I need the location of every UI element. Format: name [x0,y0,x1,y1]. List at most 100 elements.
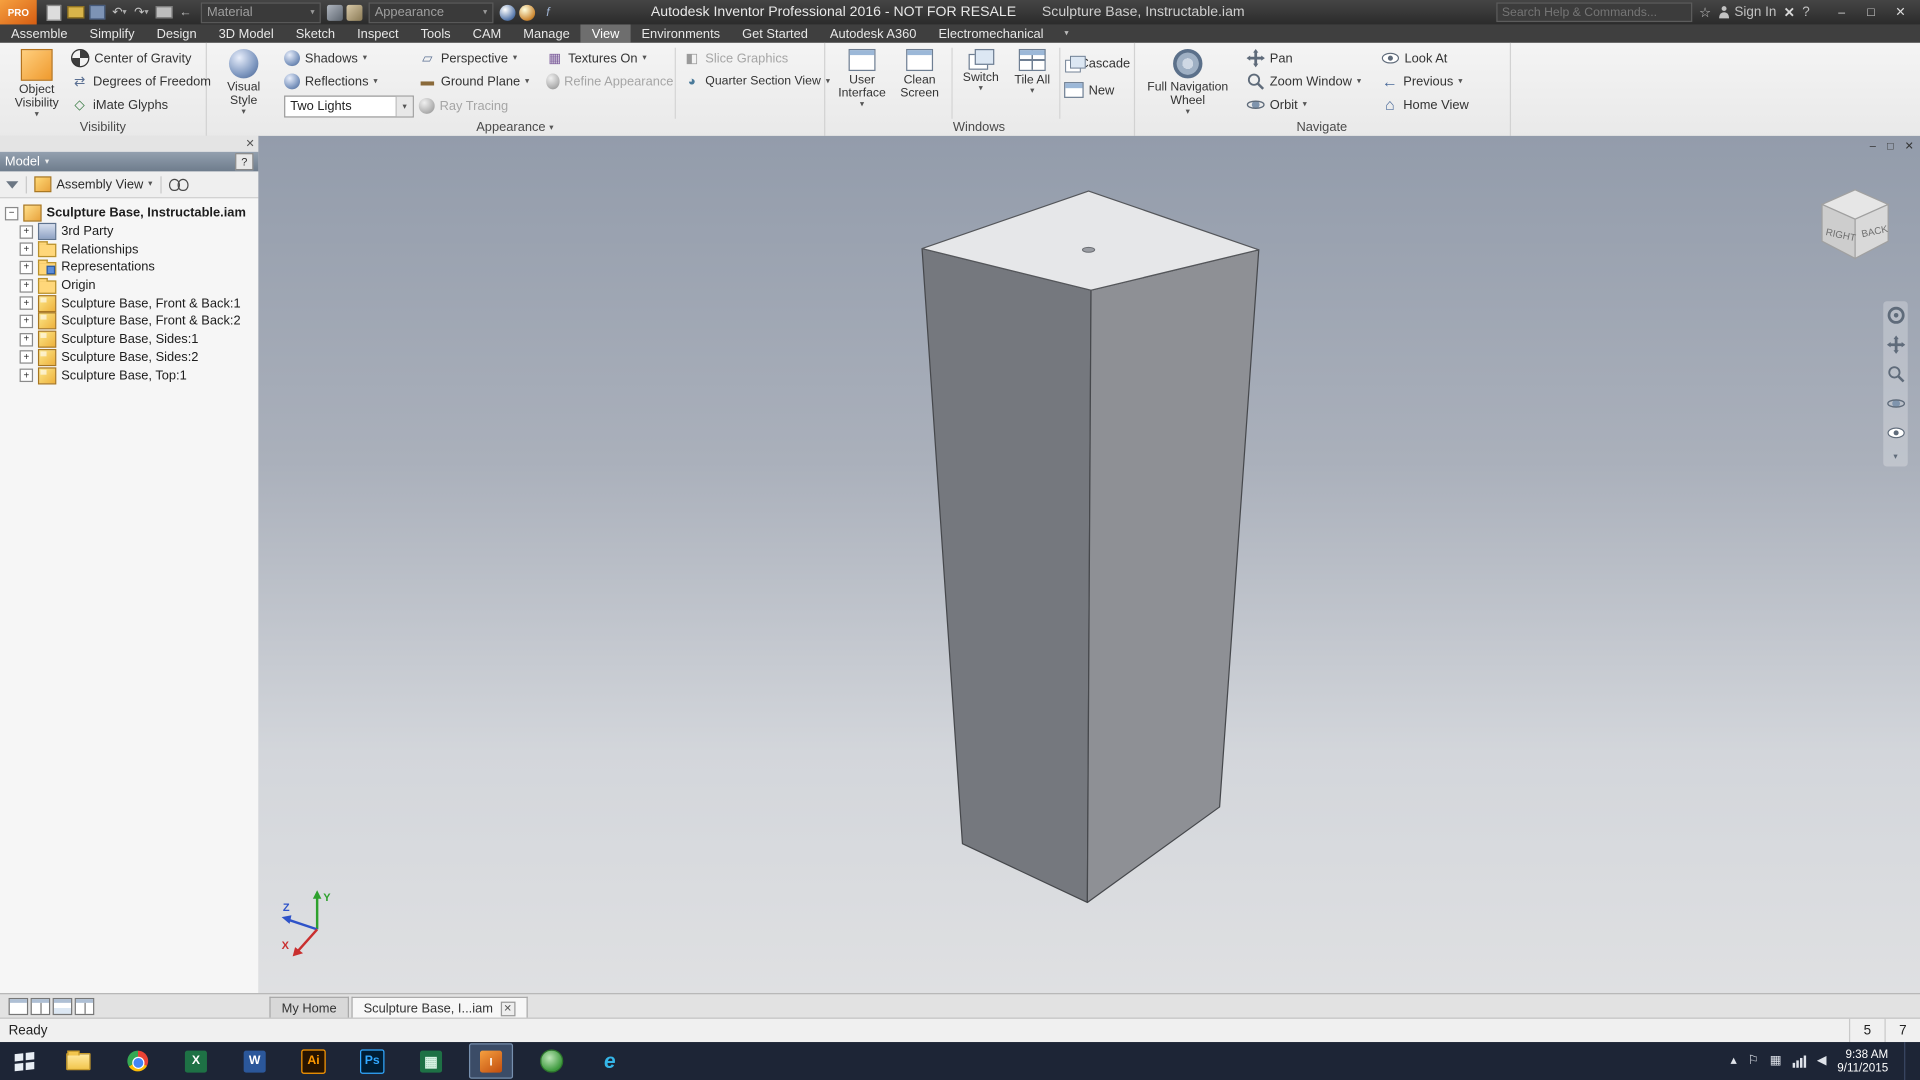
chrome-taskbar-button[interactable] [116,1044,158,1077]
tab-cam[interactable]: CAM [462,24,513,42]
cascade-button[interactable]: Cascade [1064,53,1130,74]
center-of-gravity-button[interactable]: Center of Gravity [71,48,201,69]
search-binoculars-icon[interactable] [168,179,188,190]
tree-item-relationships[interactable]: + Relationships [0,240,258,258]
filter-funnel-icon[interactable] [6,181,18,188]
tab-my-home[interactable]: My Home [269,997,349,1019]
expand-icon[interactable]: + [20,261,33,274]
expand-icon[interactable]: + [20,225,33,238]
panel-label-windows[interactable]: Windows [824,120,1134,135]
navbar-more-button[interactable]: ▾ [1893,453,1897,462]
tab-3d-model[interactable]: 3D Model [208,24,285,42]
a360-taskbar-button[interactable] [530,1044,572,1077]
maximize-button[interactable]: □ [1856,2,1885,22]
imate-glyphs-button[interactable]: ◇ iMate Glyphs [71,94,201,115]
sculpture-base-model[interactable] [258,136,1920,993]
degrees-of-freedom-button[interactable]: ⇄ Degrees of Freedom [71,71,201,92]
expand-icon[interactable]: + [20,243,33,256]
appearance-dropdown[interactable]: Appearance▾ [369,2,494,23]
previous-view-button[interactable]: ← Previous ▾ [1381,71,1503,92]
adjust-appearance-button[interactable]: f [538,3,559,21]
new-file-button[interactable] [43,3,64,21]
orbit-button[interactable]: Orbit ▾ [1247,94,1377,115]
full-navigation-wheel-button[interactable]: Full Navigation Wheel ▾ [1141,47,1234,117]
doc-minimize-button[interactable]: – [1870,140,1876,153]
open-button[interactable] [65,3,86,21]
zoom-window-button[interactable]: Zoom Window ▾ [1247,71,1377,92]
expand-icon[interactable]: + [20,315,33,328]
minimize-button[interactable]: – [1827,2,1856,22]
start-button[interactable] [0,1042,49,1080]
show-desktop-button[interactable] [1904,1042,1910,1080]
refine-appearance-button[interactable]: Refine Appearance [546,71,673,92]
quarter-section-view-button[interactable]: ◕ Quarter Section View ▾ [683,71,820,92]
slice-graphics-button[interactable]: ◧ Slice Graphics [683,48,818,69]
box-right-face[interactable] [1087,250,1258,903]
caret-down-icon[interactable]: ▾ [122,8,126,17]
tree-item-3rd-party[interactable]: + 3rd Party [0,222,258,240]
tab-manage[interactable]: Manage [512,24,581,42]
tree-item-part[interactable]: + Sculpture Base, Front & Back:1 [0,294,258,312]
orbit-icon[interactable] [1886,394,1904,412]
reflections-button[interactable]: Reflections ▾ [284,71,406,92]
ime-icon[interactable]: ▦ [1770,1054,1782,1067]
panel-label-visibility[interactable]: Visibility [0,120,206,135]
taskbar-clock[interactable]: 9:38 AM 9/11/2015 [1837,1048,1888,1075]
tab-assemble[interactable]: Assemble [0,24,79,42]
ray-tracing-button[interactable]: Ray Tracing [419,96,541,117]
ground-plane-button[interactable]: ▬ Ground Plane ▾ [419,71,541,92]
volume-icon[interactable]: ◀ [1817,1054,1826,1067]
view-cube[interactable]: RIGHT BACK [1812,180,1898,266]
combobox-dropdown-button[interactable]: ▾ [396,97,413,117]
tab-simplify[interactable]: Simplify [79,24,146,42]
tree-item-part[interactable]: + Sculpture Base, Front & Back:2 [0,312,258,330]
panel-label-navigate[interactable]: Navigate [1134,120,1510,135]
expand-icon[interactable]: + [20,333,33,346]
tab-electromechanical[interactable]: Electromechanical [927,24,1054,42]
panel-label-appearance[interactable]: Appearance ▾ [206,120,824,135]
sign-in-button[interactable]: Sign In [1718,5,1776,20]
tab-sketch[interactable]: Sketch [285,24,346,42]
pan-icon[interactable] [1886,336,1904,354]
clean-screen-button[interactable]: Clean Screen [893,47,947,101]
new-window-button[interactable]: New [1064,80,1130,101]
tree-item-origin[interactable]: + Origin [0,276,258,294]
network-icon[interactable] [1792,1055,1805,1067]
assembly-view-dropdown[interactable]: Assembly View ▾ [34,176,152,192]
tab-close-button[interactable]: ✕ [500,1001,515,1016]
visual-style-button[interactable]: Visual Style ▾ [213,47,274,117]
tab-get-started[interactable]: Get Started [731,24,819,42]
pan-button[interactable]: Pan [1247,48,1377,69]
collapse-icon[interactable]: − [5,207,18,220]
expand-icon[interactable]: + [20,297,33,310]
home-view-button[interactable]: ⌂ Home View [1381,94,1503,115]
graphics-viewport[interactable]: – □ ✕ RIGHT BACK ▾ [258,136,1920,993]
tile-all-button[interactable]: Tile All ▾ [1008,47,1057,96]
excel-taskbar-button[interactable]: X [175,1044,217,1077]
tab-sculpture-base-document[interactable]: Sculpture Base, I...iam ✕ [351,997,527,1019]
expand-icon[interactable]: + [20,279,33,292]
layout-single-icon[interactable] [9,998,29,1015]
help-button[interactable]: ? [1802,5,1810,20]
save-button[interactable] [87,3,108,21]
user-interface-button[interactable]: User Interface ▾ [834,47,890,109]
appearance-swatch-icon[interactable] [500,4,516,20]
browser-header[interactable]: Model ▾ ? [0,152,258,172]
full-navigation-wheel-icon[interactable] [1886,306,1904,324]
close-button[interactable]: ✕ [1886,2,1915,22]
tab-autodesk-a360[interactable]: Autodesk A360 [819,24,928,42]
appearance-swatch-icon[interactable] [519,4,535,20]
favorites-star-icon[interactable]: ☆ [1699,4,1711,20]
inventor-taskbar-button[interactable]: I [469,1043,513,1079]
tray-expand-button[interactable]: ▴ [1731,1054,1737,1067]
tree-item-root[interactable]: − Sculpture Base, Instructable.iam [0,204,258,222]
browser-close-button[interactable]: ✕ [245,137,254,150]
shadows-button[interactable]: Shadows ▾ [284,48,406,69]
box-left-face[interactable] [922,249,1091,903]
caret-down-icon[interactable]: ▾ [144,8,148,17]
illustrator-taskbar-button[interactable]: Ai [293,1044,335,1077]
print-button[interactable] [153,3,174,21]
lighting-style-combobox[interactable]: Two Lights ▾ [284,96,414,118]
search-input[interactable] [1496,2,1692,22]
material-dropdown[interactable]: Material▾ [201,2,321,23]
